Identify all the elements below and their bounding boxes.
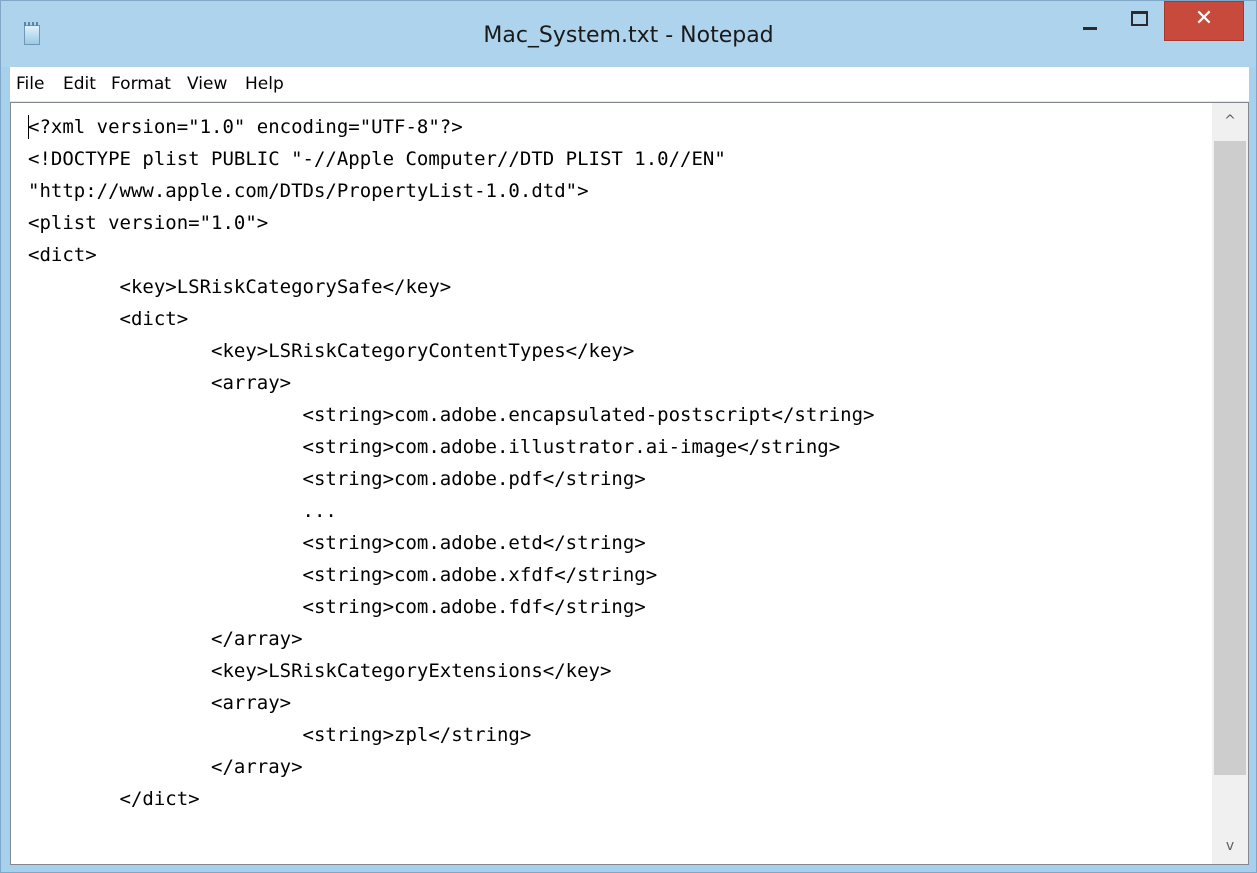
text-line: <key>LSRiskCategorySafe</key> (28, 276, 452, 298)
text-line: <string>com.adobe.pdf</string> (28, 468, 646, 490)
menu-edit[interactable]: Edit (63, 74, 96, 94)
menu-bar: File Edit Format View Help (10, 67, 1249, 102)
text-line: <plist version="1.0"> (28, 212, 269, 234)
text-line: <dict> (28, 244, 97, 266)
text-line: <string>com.adobe.xfdf</string> (28, 564, 658, 586)
text-line: </array> (28, 756, 303, 778)
close-icon: ✕ (1194, 6, 1214, 31)
vertical-scrollbar[interactable]: ^ v (1212, 103, 1248, 864)
scroll-down-icon[interactable]: v (1212, 828, 1248, 864)
text-line: <key>LSRiskCategoryContentTypes</key> (28, 340, 635, 362)
menu-view[interactable]: View (187, 74, 227, 94)
menu-format[interactable]: Format (111, 74, 171, 94)
text-line: <dict> (28, 308, 189, 330)
text-line: </array> (28, 628, 303, 650)
text-line: <string>com.adobe.illustrator.ai-image</… (28, 436, 841, 458)
scroll-up-icon[interactable]: ^ (1212, 103, 1248, 139)
text-line: <key>LSRiskCategoryExtensions</key> (28, 660, 612, 682)
text-line: <!DOCTYPE plist PUBLIC "-//Apple Compute… (28, 148, 726, 170)
text-line: <string>zpl</string> (28, 724, 532, 746)
maximize-button[interactable] (1114, 1, 1164, 41)
text-editor[interactable]: <?xml version="1.0" encoding="UTF-8"?> <… (10, 102, 1249, 865)
text-content[interactable]: <?xml version="1.0" encoding="UTF-8"?> <… (11, 103, 1211, 864)
minimize-button[interactable] (1066, 1, 1114, 41)
menu-help[interactable]: Help (245, 74, 284, 94)
text-caret (28, 115, 29, 139)
scrollbar-thumb[interactable] (1214, 141, 1246, 775)
close-button[interactable]: ✕ (1164, 1, 1244, 41)
text-line: <array> (28, 692, 292, 714)
text-line: "http://www.apple.com/DTDs/PropertyList-… (28, 180, 589, 202)
text-line: ... (28, 500, 337, 522)
text-line: </dict> (28, 788, 200, 810)
text-line: <string>com.adobe.fdf</string> (28, 596, 646, 618)
text-line: <string>com.adobe.etd</string> (28, 532, 646, 554)
text-line: <?xml version="1.0" encoding="UTF-8"?> (28, 116, 463, 138)
text-line: <string>com.adobe.encapsulated-postscrip… (28, 404, 875, 426)
text-line: <array> (28, 372, 292, 394)
title-bar[interactable]: Mac_System.txt - Notepad ✕ (1, 1, 1256, 67)
notepad-window: Mac_System.txt - Notepad ✕ File Edit For… (0, 0, 1257, 873)
menu-file[interactable]: File (16, 74, 44, 94)
